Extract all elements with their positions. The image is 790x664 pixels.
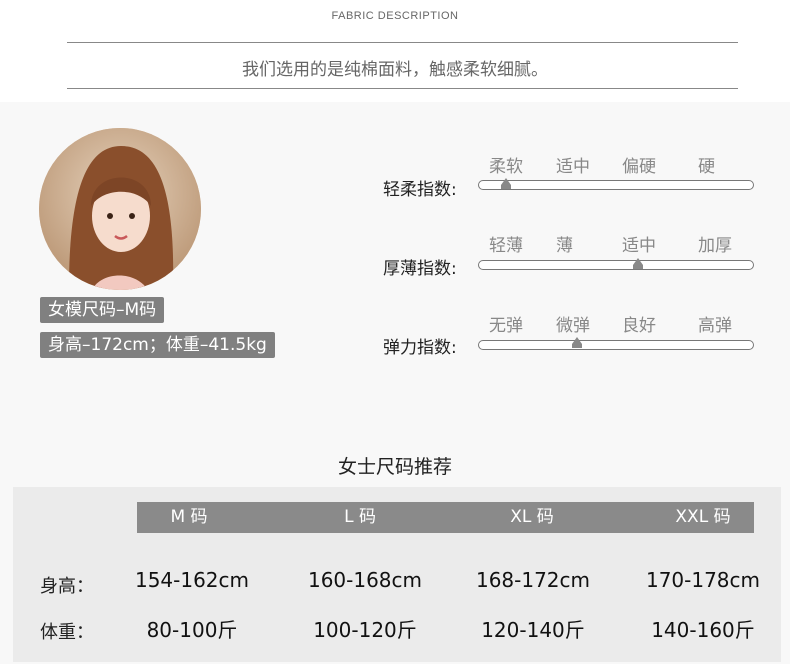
thickness-slider-track	[478, 260, 754, 270]
height-row-label: 身高：	[40, 576, 94, 597]
softness-option: 硬	[698, 157, 715, 177]
bottom-divider	[67, 88, 738, 89]
size-header-l: L 码	[344, 507, 376, 527]
thickness-slider-marker	[633, 258, 644, 269]
weight-row-label: 体重：	[40, 622, 94, 643]
size-header-m: M 码	[170, 507, 208, 527]
softness-index-label: 轻柔指数:	[383, 180, 457, 200]
thickness-index-label: 厚薄指数:	[383, 259, 457, 279]
model-stats-tag: 身高–172cm；体重–41.5kg	[40, 332, 275, 358]
elasticity-option: 良好	[622, 316, 656, 336]
softness-option: 偏硬	[622, 157, 656, 177]
elasticity-index-label: 弹力指数:	[383, 338, 457, 358]
softness-slider-track	[478, 180, 754, 190]
thickness-option: 轻薄	[489, 236, 523, 256]
elasticity-option: 无弹	[489, 316, 523, 336]
softness-option: 柔软	[489, 157, 523, 177]
elasticity-slider-marker	[572, 337, 583, 348]
elasticity-option: 微弹	[556, 316, 590, 336]
table-cell: 100-120斤	[313, 618, 417, 642]
table-cell: 160-168cm	[307, 568, 423, 592]
model-size-tag: 女模尺码–M码	[40, 297, 165, 323]
table-cell: 140-160斤	[651, 618, 755, 642]
elasticity-option: 高弹	[698, 316, 732, 336]
table-cell: 80-100斤	[146, 618, 238, 642]
top-divider	[67, 42, 738, 43]
thickness-option: 薄	[556, 236, 573, 256]
table-cell: 170-178cm	[645, 568, 761, 592]
table-cell: 168-172cm	[475, 568, 591, 592]
thickness-option: 适中	[622, 236, 656, 256]
elasticity-slider-track	[478, 340, 754, 350]
table-cell: 154-162cm	[134, 568, 250, 592]
size-header-xl: XL 码	[510, 507, 554, 527]
fabric-description-text: 我们选用的是纯棉面料，触感柔软细腻。	[242, 60, 548, 80]
softness-option: 适中	[556, 157, 590, 177]
softness-slider-marker	[500, 178, 511, 189]
fabric-description-title: FABRIC DESCRIPTION	[331, 10, 459, 22]
size-recommendation-title: 女士尺码推荐	[337, 456, 452, 478]
table-cell: 120-140斤	[481, 618, 585, 642]
thickness-option: 加厚	[698, 236, 732, 256]
size-header-xxl: XXL 码	[675, 507, 731, 527]
model-avatar	[39, 128, 201, 290]
